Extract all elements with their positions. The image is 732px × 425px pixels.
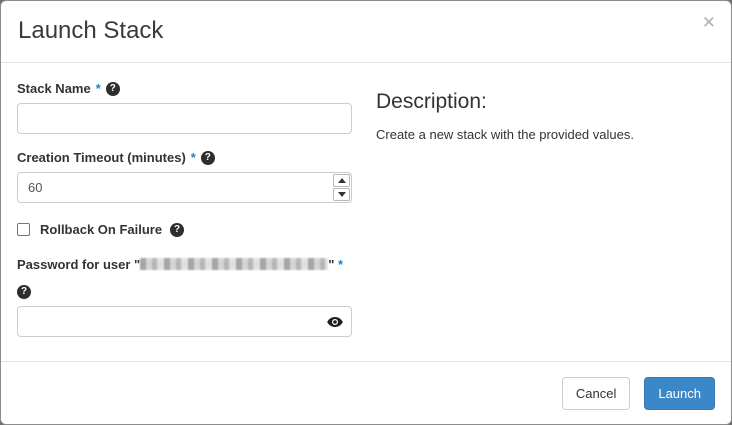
close-icon[interactable]: ✕ — [702, 14, 716, 31]
help-icon[interactable]: ? — [106, 82, 120, 96]
stack-name-label: Stack Name — [17, 81, 91, 96]
password-label: Password for user " " * — [17, 257, 352, 273]
password-label-suffix: " — [328, 257, 334, 272]
required-marker: * — [191, 150, 196, 165]
rollback-label-row: Rollback On Failure ? — [40, 222, 184, 237]
description-heading: Description: — [376, 90, 715, 114]
triangle-down-icon — [338, 192, 346, 197]
creation-timeout-label-row: Creation Timeout (minutes) * ? — [17, 150, 352, 165]
modal-title: Launch Stack — [18, 17, 715, 45]
form-column: Stack Name * ? Creation Timeout (minutes… — [17, 81, 352, 363]
help-icon[interactable]: ? — [170, 223, 184, 237]
creation-timeout-label: Creation Timeout (minutes) — [17, 150, 186, 165]
spinner-down-button[interactable] — [333, 188, 350, 201]
rollback-label: Rollback On Failure — [40, 222, 162, 237]
number-spinner — [332, 173, 351, 202]
help-icon[interactable]: ? — [201, 151, 215, 165]
password-help-row: ? — [17, 281, 352, 299]
required-marker: * — [338, 257, 343, 272]
description-column: Description: Create a new stack with the… — [352, 81, 715, 363]
password-input[interactable] — [17, 306, 352, 337]
password-label-prefix: Password for user " — [17, 257, 140, 272]
cancel-button[interactable]: Cancel — [562, 377, 630, 410]
description-text: Create a new stack with the provided val… — [376, 126, 715, 145]
rollback-row: Rollback On Failure ? — [17, 222, 352, 237]
modal-body: Stack Name * ? Creation Timeout (minutes… — [1, 63, 731, 363]
stack-name-input[interactable] — [17, 103, 352, 134]
launch-button[interactable]: Launch — [644, 377, 715, 410]
launch-stack-modal: Launch Stack ✕ Stack Name * ? Creation T… — [0, 0, 732, 425]
creation-timeout-input[interactable] — [17, 172, 352, 203]
required-marker: * — [96, 81, 101, 96]
password-field — [17, 306, 352, 337]
creation-timeout-field — [17, 172, 352, 203]
rollback-checkbox[interactable] — [17, 223, 30, 236]
modal-footer: Cancel Launch — [1, 361, 731, 424]
redacted-username — [140, 258, 328, 270]
help-icon[interactable]: ? — [17, 285, 31, 299]
stack-name-label-row: Stack Name * ? — [17, 81, 352, 96]
eye-icon[interactable] — [327, 317, 343, 327]
triangle-up-icon — [338, 178, 346, 183]
spinner-up-button[interactable] — [333, 174, 350, 187]
modal-header: Launch Stack ✕ — [1, 1, 731, 63]
